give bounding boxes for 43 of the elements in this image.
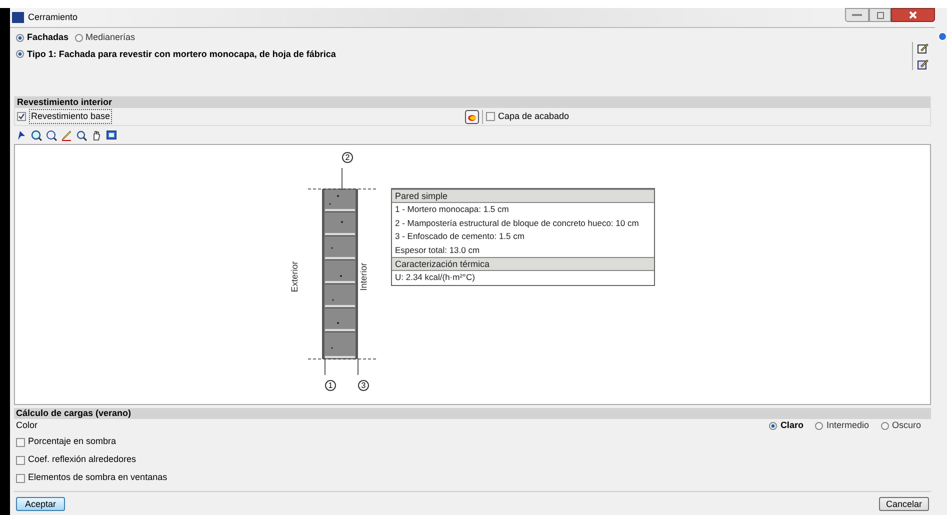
cursor-icon[interactable] xyxy=(16,130,27,140)
table-header: Caracterización térmica xyxy=(392,257,654,271)
table-header: Pared simple xyxy=(392,189,654,203)
table-row-text: 1 - Mortero monocapa: 1.5 cm xyxy=(394,203,510,216)
radio-option[interactable]: Tipo 1: Fachada para revestir con mortero monocapa, de hoja de fábrica xyxy=(16,48,336,61)
section-header: Cálculo de cargas (verano) xyxy=(14,408,931,419)
radio-option[interactable]: Medianerías xyxy=(74,31,136,44)
close-button[interactable] xyxy=(891,8,935,22)
table-row-text: U: 2.34 kcal/(h·m²°C) xyxy=(394,271,476,284)
check-icon xyxy=(18,113,25,120)
callout-number: 2 xyxy=(342,152,353,163)
side-label: Interior xyxy=(357,262,370,293)
radio-option[interactable]: Intermedio xyxy=(815,419,869,433)
app-icon xyxy=(12,12,24,23)
table-row-text: Espesor total: 13.0 cm xyxy=(394,244,481,257)
restore-button[interactable] xyxy=(869,8,891,22)
hand-icon[interactable] xyxy=(91,130,102,140)
monitor-icon[interactable] xyxy=(106,130,117,140)
zoom-icon[interactable] xyxy=(31,130,42,140)
zoom-icon[interactable] xyxy=(46,130,57,140)
cancel-button[interactable]: Cancelar xyxy=(878,496,929,510)
table-row-text: 3 - Enfoscado de cemento: 1.5 cm xyxy=(394,230,526,243)
accept-button[interactable]: Aceptar xyxy=(16,496,66,510)
color-label: Color xyxy=(16,419,38,432)
pencil-icon[interactable] xyxy=(917,42,929,54)
zoom-icon[interactable] xyxy=(76,130,87,140)
checkbox-option[interactable]: Porcentaje en sombra xyxy=(14,433,931,451)
radio-option[interactable]: Fachadas xyxy=(16,31,69,44)
checkbox-option[interactable]: Capa de acabado xyxy=(486,110,570,124)
table-row-text: 2 - Mampostería estructural de bloque de concreto hueco: 10 cm xyxy=(394,216,640,230)
window-title: Cerramiento xyxy=(28,10,78,24)
radio-option[interactable]: Oscuro xyxy=(880,419,921,433)
pencil-icon[interactable] xyxy=(917,58,929,70)
side-label: Exterior xyxy=(288,260,300,294)
callout-number: 3 xyxy=(358,380,369,391)
pen-icon[interactable] xyxy=(61,130,72,140)
checkbox-option[interactable]: Elementos de sombra en ventanas xyxy=(14,469,931,487)
close-icon xyxy=(909,11,917,19)
checkbox-option[interactable]: Coef. reflexión alrededores xyxy=(14,451,931,469)
minimize-button[interactable] xyxy=(845,8,869,22)
callout-number: 1 xyxy=(325,380,336,391)
radio-option[interactable]: Claro xyxy=(769,419,804,433)
section-header: Revestimiento interior xyxy=(15,97,930,108)
